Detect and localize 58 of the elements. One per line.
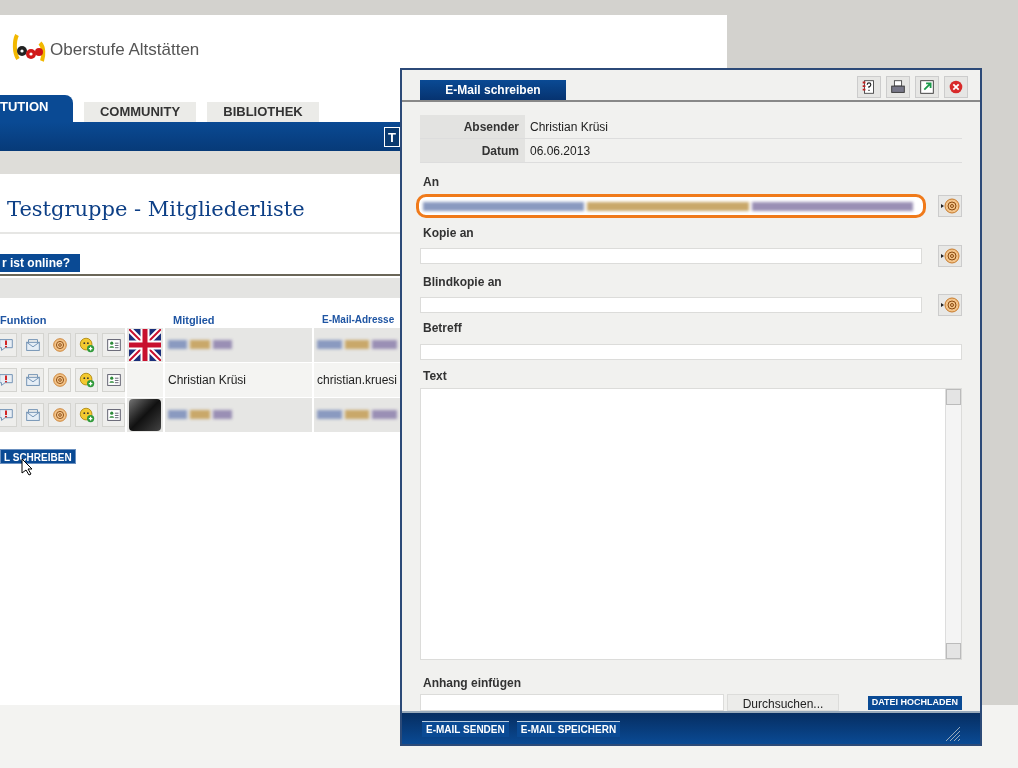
column-header: Funktion	[0, 312, 48, 328]
subject-field[interactable]	[420, 344, 962, 360]
field-label: Anhang einfügen	[422, 675, 522, 692]
recipient-field[interactable]	[416, 194, 926, 218]
exclamation-bubble-icon[interactable]	[0, 332, 17, 357]
info-label: Datum	[420, 139, 525, 162]
blurred-name	[168, 408, 232, 421]
exclamation-bubble-icon[interactable]	[0, 402, 17, 427]
contact-card-icon[interactable]	[102, 367, 125, 392]
nav-tab[interactable]: COMMUNITY	[84, 102, 196, 122]
at-sign-icon[interactable]	[48, 367, 71, 392]
footer-button[interactable]: E-MAIL SENDEN	[422, 720, 509, 737]
column-header: E-Mail-Adresse	[322, 312, 395, 327]
nav-tab[interactable]: TUTION	[0, 95, 73, 122]
file-field[interactable]	[420, 694, 724, 711]
nav-tab[interactable]: BIBLIOTHEK	[207, 102, 319, 122]
contact-card-icon[interactable]	[102, 332, 125, 357]
site-name: Oberstufe Altstätten	[50, 38, 200, 61]
info-label: Absender	[420, 115, 525, 138]
envelope-icon[interactable]	[21, 332, 44, 357]
at-sign-icon[interactable]	[48, 332, 71, 357]
table-cell-text: christian.kruesi	[317, 371, 398, 389]
exclamation-bubble-icon[interactable]	[0, 367, 17, 392]
field-label: Text	[422, 368, 448, 385]
column-header: Mitglied	[173, 312, 216, 328]
scrollbar[interactable]	[945, 389, 961, 659]
envelope-icon[interactable]	[21, 367, 44, 392]
write-email-button[interactable]: L SCHREIBEN	[0, 448, 76, 464]
avatar-placeholder	[129, 398, 161, 431]
resize-grip-icon[interactable]	[944, 725, 960, 741]
at-sign-icon[interactable]	[48, 402, 71, 427]
upload-button[interactable]: DATEI HOCHLADEN	[867, 695, 962, 710]
blurred-name	[168, 338, 232, 351]
info-value: 06.06.2013	[529, 142, 591, 160]
external-link-icon[interactable]	[915, 76, 939, 98]
flag-icon	[129, 328, 161, 361]
smiley-add-icon[interactable]	[75, 332, 98, 357]
address-book-button[interactable]	[938, 294, 962, 316]
contact-card-icon[interactable]	[102, 402, 125, 427]
table-cell-text: Christian Krüsi	[168, 371, 247, 389]
field-label: Kopie an	[422, 225, 475, 242]
envelope-icon[interactable]	[21, 402, 44, 427]
info-value: Christian Krüsi	[529, 118, 609, 136]
toolbar-button[interactable]: T	[384, 126, 400, 147]
footer-button[interactable]: E-MAIL SPEICHERN	[516, 720, 621, 737]
field-label: An	[422, 174, 440, 191]
browse-button[interactable]: Durchsuchen...	[727, 694, 839, 711]
printer-icon[interactable]	[886, 76, 910, 98]
page-heading: Testgruppe - Mitgliederliste	[7, 196, 306, 223]
field-label: Betreff	[422, 320, 463, 337]
help-icon[interactable]	[857, 76, 881, 98]
address-book-button[interactable]	[938, 245, 962, 267]
online-tab[interactable]: r ist online?	[0, 253, 80, 272]
smiley-add-icon[interactable]	[75, 367, 98, 392]
address-book-button[interactable]	[938, 195, 962, 217]
close-icon[interactable]	[944, 76, 968, 98]
field-label: Blindkopie an	[422, 274, 503, 291]
smiley-add-icon[interactable]	[75, 402, 98, 427]
